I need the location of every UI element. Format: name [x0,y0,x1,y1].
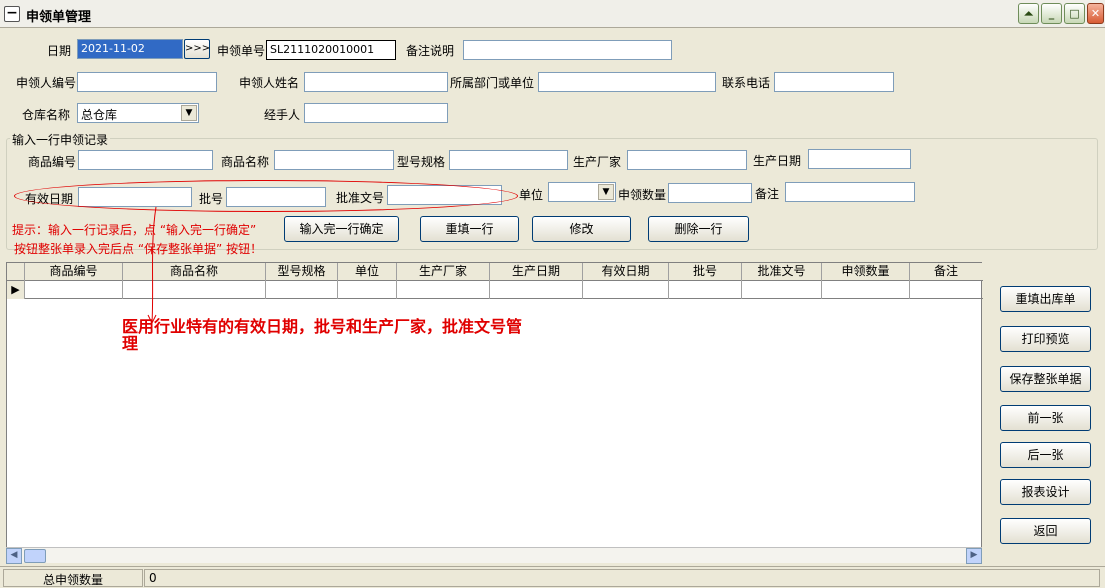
column-header[interactable]: 生产日期 [490,263,583,281]
handler-label: 经手人 [264,108,301,122]
manufacturer-label: 生产厂家 [573,155,622,169]
date-picker-button[interactable]: >>> [184,39,210,59]
column-header[interactable]: 申领数量 [822,263,910,281]
table-cell[interactable] [822,281,910,299]
table-cell[interactable] [742,281,822,299]
scroll-right-icon[interactable]: ▶ [966,548,982,564]
remark-label: 备注说明 [406,44,455,58]
expiry-date-label: 有效日期 [25,192,74,206]
note-label: 备注 [755,187,780,201]
approval-no-label: 批准文号 [336,191,385,205]
unit-select[interactable]: ▼ [548,182,616,202]
item-name-label: 商品名称 [221,155,270,169]
status-bar: 总申领数量 0 [0,566,1105,588]
spec-field[interactable] [449,150,568,170]
table-cell[interactable] [490,281,583,299]
phone-field[interactable] [774,72,894,92]
applicant-name-field[interactable] [304,72,448,92]
column-header[interactable]: 批号 [669,263,742,281]
scroll-left-icon[interactable]: ◀ [6,548,22,564]
close-button[interactable]: ✕ [1087,3,1104,24]
window-title: 申领单管理 [26,10,92,25]
phone-label: 联系电话 [722,76,771,90]
reset-row-button[interactable]: 重填一行 [420,216,519,242]
expiry-date-field[interactable] [78,187,192,207]
total-quantity-value: 0 [144,569,1100,587]
applicant-id-field[interactable] [77,72,217,92]
next-button[interactable]: 后一张 [1000,442,1091,468]
table-cell[interactable] [397,281,490,299]
item-code-field[interactable] [78,150,213,170]
column-header[interactable]: 单位 [338,263,397,281]
order-no-label: 申领单号 [217,44,266,58]
total-quantity-label: 总申领数量 [3,569,143,587]
order-no-field[interactable]: SL2111020010001 [266,40,396,60]
warehouse-label: 仓库名称 [22,108,71,122]
column-header[interactable]: 有效日期 [583,263,669,281]
spec-label: 型号规格 [397,155,446,169]
mfg-date-label: 生产日期 [753,154,802,168]
table-cell[interactable] [25,281,123,299]
hint-line-2: 按钮整张单录入完后点 “保存整张单据” 按钮！ [14,242,263,256]
applicant-id-label: 申领人编号 [16,76,77,90]
annotation-arrow [147,206,157,325]
chevron-down-icon[interactable]: ▼ [181,105,197,121]
item-code-label: 商品编号 [28,155,77,169]
title-bar: − 申领单管理 ⏶ _ □ ✕ [0,0,1105,28]
batch-no-field[interactable] [226,187,326,207]
previous-button[interactable]: 前一张 [1000,405,1091,431]
warehouse-select[interactable]: 总仓库 ▼ [77,103,199,123]
table-cell[interactable] [266,281,338,299]
delete-row-button[interactable]: 删除一行 [648,216,749,242]
print-preview-button[interactable]: 打印预览 [1000,326,1091,352]
entry-group-title: 输入一行申领记录 [10,131,111,148]
column-header[interactable]: 批准文号 [742,263,822,281]
handler-field[interactable] [304,103,448,123]
date-label: 日期 [47,44,72,58]
applicant-name-label: 申领人姓名 [239,76,300,90]
table-cell[interactable] [338,281,397,299]
column-header[interactable]: 生产厂家 [397,263,490,281]
department-field[interactable] [538,72,716,92]
table-cell[interactable] [910,281,982,299]
table-cell[interactable] [669,281,742,299]
edit-row-button[interactable]: 修改 [532,216,631,242]
quantity-label: 申领数量 [618,188,667,202]
note-field[interactable] [785,182,915,202]
minimize-button[interactable]: _ [1041,3,1062,24]
return-button[interactable]: 返回 [1000,518,1091,544]
batch-no-label: 批号 [199,192,224,206]
approval-no-field[interactable] [387,185,502,205]
item-name-field[interactable] [274,150,394,170]
report-design-button[interactable]: 报表设计 [1000,479,1091,505]
table-cell[interactable] [583,281,669,299]
column-header[interactable]: 备注 [910,263,982,281]
chevron-down-icon[interactable]: ▼ [598,184,614,200]
reset-sheet-button[interactable]: 重填出库单 [1000,286,1091,312]
mfg-date-field[interactable] [808,149,911,169]
remark-field[interactable] [463,40,672,60]
maximize-button[interactable]: □ [1064,3,1085,24]
warehouse-value: 总仓库 [81,108,118,122]
restore-button[interactable]: ⏶ [1018,3,1039,24]
department-label: 所属部门或单位 [450,76,535,90]
horizontal-scrollbar[interactable]: ◀ ▶ [6,547,982,564]
row-indicator-icon: ▶ [7,281,25,299]
grid-corner [7,263,25,281]
column-header[interactable]: 型号规格 [266,263,338,281]
confirm-row-button[interactable]: 输入完一行确定 [284,216,399,242]
scroll-thumb[interactable] [24,549,46,563]
quantity-field[interactable] [668,183,752,203]
date-field[interactable]: 2021-11-02 [77,39,183,59]
manufacturer-field[interactable] [627,150,747,170]
unit-label: 单位 [519,188,544,202]
annotation-text: 医用行业特有的有效日期，批号和生产厂家，批准文号管理 [122,317,523,353]
hint-line-1: 提示：输入一行记录后，点 “输入完一行确定” [12,223,257,237]
save-sheet-button[interactable]: 保存整张单据 [1000,366,1091,392]
window-menu-icon[interactable]: − [4,6,20,22]
column-header[interactable]: 商品编号 [25,263,123,281]
